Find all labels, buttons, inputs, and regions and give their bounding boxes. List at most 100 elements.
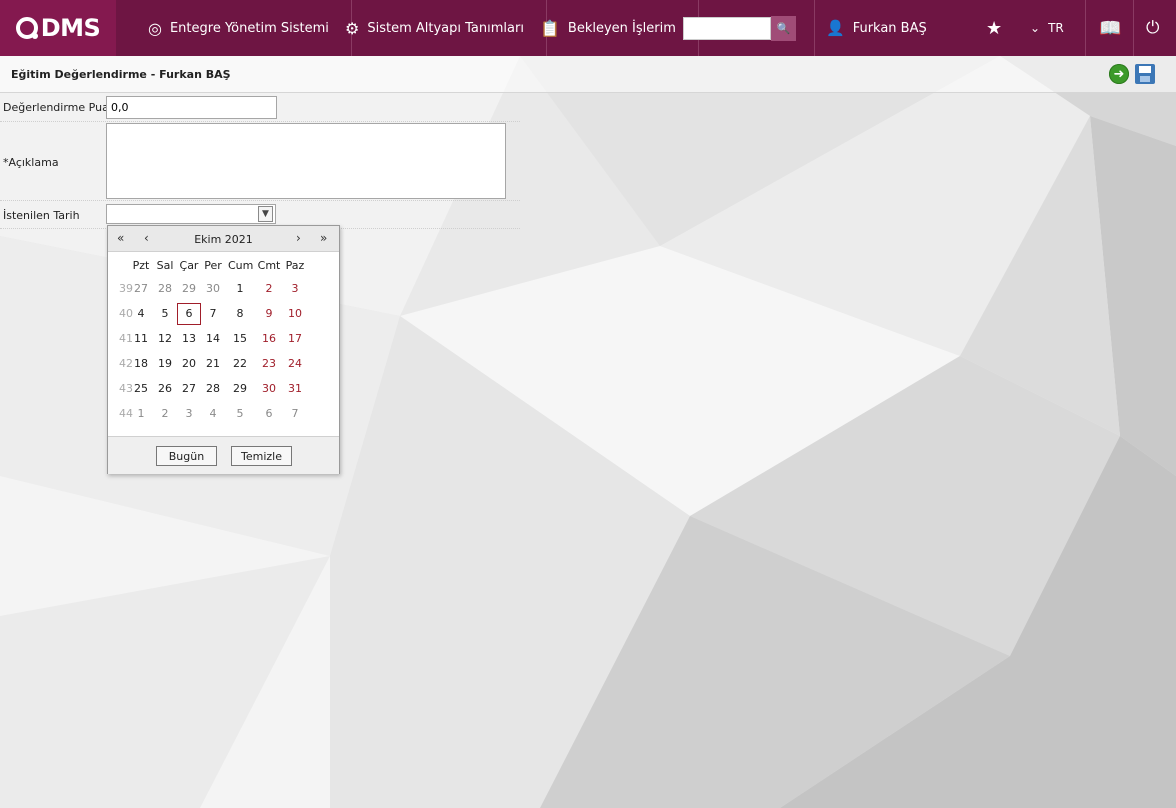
- description-label: *Açıklama: [3, 156, 59, 169]
- calendar-day[interactable]: 23: [257, 353, 281, 375]
- help-manual-button[interactable]: 📖: [1099, 0, 1121, 56]
- user-name: Furkan BAŞ: [852, 20, 927, 36]
- description-textarea[interactable]: [106, 123, 506, 199]
- nav-entegre-yonetim[interactable]: ◎ Entegre Yönetim Sistemi: [126, 0, 352, 56]
- calendar-day[interactable]: 3: [177, 403, 201, 425]
- calendar-day[interactable]: 2: [257, 278, 281, 300]
- back-button[interactable]: ➜: [1109, 64, 1129, 84]
- weekday-label: Cum: [228, 259, 254, 272]
- date-dropdown-button[interactable]: ▼: [258, 206, 273, 222]
- calendar-day[interactable]: 11: [129, 328, 153, 350]
- gear-icon: ⚙: [345, 18, 360, 38]
- calendar-day[interactable]: 15: [228, 328, 252, 350]
- weekday-label: Sal: [156, 259, 174, 272]
- calendar-month-title[interactable]: Ekim 2021: [108, 233, 339, 246]
- calendar-day[interactable]: 14: [201, 328, 225, 350]
- calendar-day[interactable]: 5: [228, 403, 252, 425]
- search-button[interactable]: 🔍: [771, 16, 796, 41]
- calendar-day[interactable]: 8: [228, 303, 252, 325]
- calendar-day[interactable]: 6: [257, 403, 281, 425]
- calendar-day[interactable]: 18: [129, 353, 153, 375]
- calendar-day[interactable]: 28: [153, 278, 177, 300]
- divider: [1085, 0, 1086, 56]
- clear-button[interactable]: Temizle: [231, 446, 292, 466]
- score-row: Değerlendirme Puanı: [0, 93, 520, 122]
- calendar-day[interactable]: 27: [129, 278, 153, 300]
- calendar-day[interactable]: 17: [283, 328, 307, 350]
- calendar-day[interactable]: 4: [129, 303, 153, 325]
- calendar-day[interactable]: 7: [283, 403, 307, 425]
- calendar-day[interactable]: 3: [283, 278, 307, 300]
- calendar-day[interactable]: 12: [153, 328, 177, 350]
- calendar-day[interactable]: 16: [257, 328, 281, 350]
- description-row: *Açıklama: [0, 121, 520, 201]
- calendar-day[interactable]: 9: [257, 303, 281, 325]
- power-icon: ⏻: [1146, 18, 1160, 38]
- next-month-button[interactable]: ›: [296, 231, 301, 245]
- weekday-label: Per: [204, 259, 222, 272]
- nav-bekleyen-islerim[interactable]: 📋 Bekleyen İşlerim: [518, 0, 699, 56]
- user-menu[interactable]: 👤 Furkan BAŞ: [826, 0, 927, 56]
- top-navigation-bar: DMS ◎ Entegre Yönetim Sistemi ⚙ Sistem A…: [0, 0, 1176, 56]
- chevron-down-icon: ▼: [262, 209, 269, 219]
- language-code: TR: [1048, 21, 1064, 35]
- weekday-label: Paz: [285, 259, 305, 272]
- weekday-label: Pzt: [132, 259, 150, 272]
- logout-button[interactable]: ⏻: [1146, 0, 1159, 56]
- calendar-day[interactable]: 2: [153, 403, 177, 425]
- calendar-day[interactable]: 25: [129, 378, 153, 400]
- next-year-button[interactable]: »: [320, 231, 327, 245]
- calendar-day[interactable]: 20: [177, 353, 201, 375]
- calendar-day[interactable]: 31: [283, 378, 307, 400]
- calendar-day[interactable]: 13: [177, 328, 201, 350]
- chevron-down-icon: ⌄: [1030, 21, 1041, 35]
- divider: [814, 0, 815, 56]
- main-content: Eğitim Değerlendirme - Furkan BAŞ ➜ Değe…: [0, 56, 1176, 808]
- calendar-day[interactable]: 29: [177, 278, 201, 300]
- calendar-day[interactable]: 6: [177, 303, 201, 325]
- search-input[interactable]: [683, 17, 771, 40]
- calendar-day[interactable]: 30: [201, 278, 225, 300]
- calendar-day[interactable]: 1: [129, 403, 153, 425]
- logo-text: DMS: [40, 14, 101, 42]
- score-input[interactable]: [106, 96, 277, 119]
- calendar-day[interactable]: 24: [283, 353, 307, 375]
- today-button[interactable]: Bugün: [156, 446, 217, 466]
- calendar-popup: « ‹ Ekim 2021 › » Pzt Sal Çar Per Cum Cmt Paz …: [107, 225, 340, 474]
- calendar-day[interactable]: 29: [228, 378, 252, 400]
- calendar-day[interactable]: 28: [201, 378, 225, 400]
- calendar-day[interactable]: 7: [201, 303, 225, 325]
- page-title: Eğitim Değerlendirme - Furkan BAŞ: [11, 68, 231, 81]
- calendar-day[interactable]: 26: [153, 378, 177, 400]
- clipboard-icon: 📋: [540, 18, 560, 38]
- save-button[interactable]: [1135, 64, 1155, 84]
- search-icon: 🔍: [776, 22, 791, 35]
- nav-label: Sistem Altyapı Tanımları: [367, 20, 524, 36]
- calendar-day[interactable]: 1: [228, 278, 252, 300]
- nav-label: Bekleyen İşlerim: [567, 20, 676, 36]
- calendar-day[interactable]: 27: [177, 378, 201, 400]
- nav-label: Entegre Yönetim Sistemi: [169, 20, 329, 36]
- calendar-day[interactable]: 21: [201, 353, 225, 375]
- calendar-day[interactable]: 5: [153, 303, 177, 325]
- calendar-day[interactable]: 4: [201, 403, 225, 425]
- divider: [1133, 0, 1134, 56]
- qdms-circle-icon: ◎: [148, 18, 162, 38]
- star-icon: ★: [986, 17, 1003, 39]
- calendar-footer: Bugün Temizle: [108, 436, 339, 474]
- date-label: İstenilen Tarih: [3, 209, 80, 222]
- calendar-day[interactable]: 10: [283, 303, 307, 325]
- nav-sistem-altyapi[interactable]: ⚙ Sistem Altyapı Tanımları: [323, 0, 547, 56]
- book-icon: 📖: [1099, 17, 1122, 39]
- calendar-day[interactable]: 19: [153, 353, 177, 375]
- arrow-left-icon: ➜: [1113, 66, 1125, 82]
- date-input[interactable]: [106, 204, 276, 224]
- favorites-button[interactable]: ★: [986, 0, 1002, 56]
- score-label: Değerlendirme Puanı: [3, 101, 119, 114]
- search-box: 🔍: [683, 16, 796, 41]
- calendar-day[interactable]: 22: [228, 353, 252, 375]
- weekday-label: Çar: [179, 259, 199, 272]
- language-selector[interactable]: ⌄ TR: [1030, 0, 1064, 56]
- qdms-logo[interactable]: DMS: [0, 0, 116, 56]
- calendar-day[interactable]: 30: [257, 378, 281, 400]
